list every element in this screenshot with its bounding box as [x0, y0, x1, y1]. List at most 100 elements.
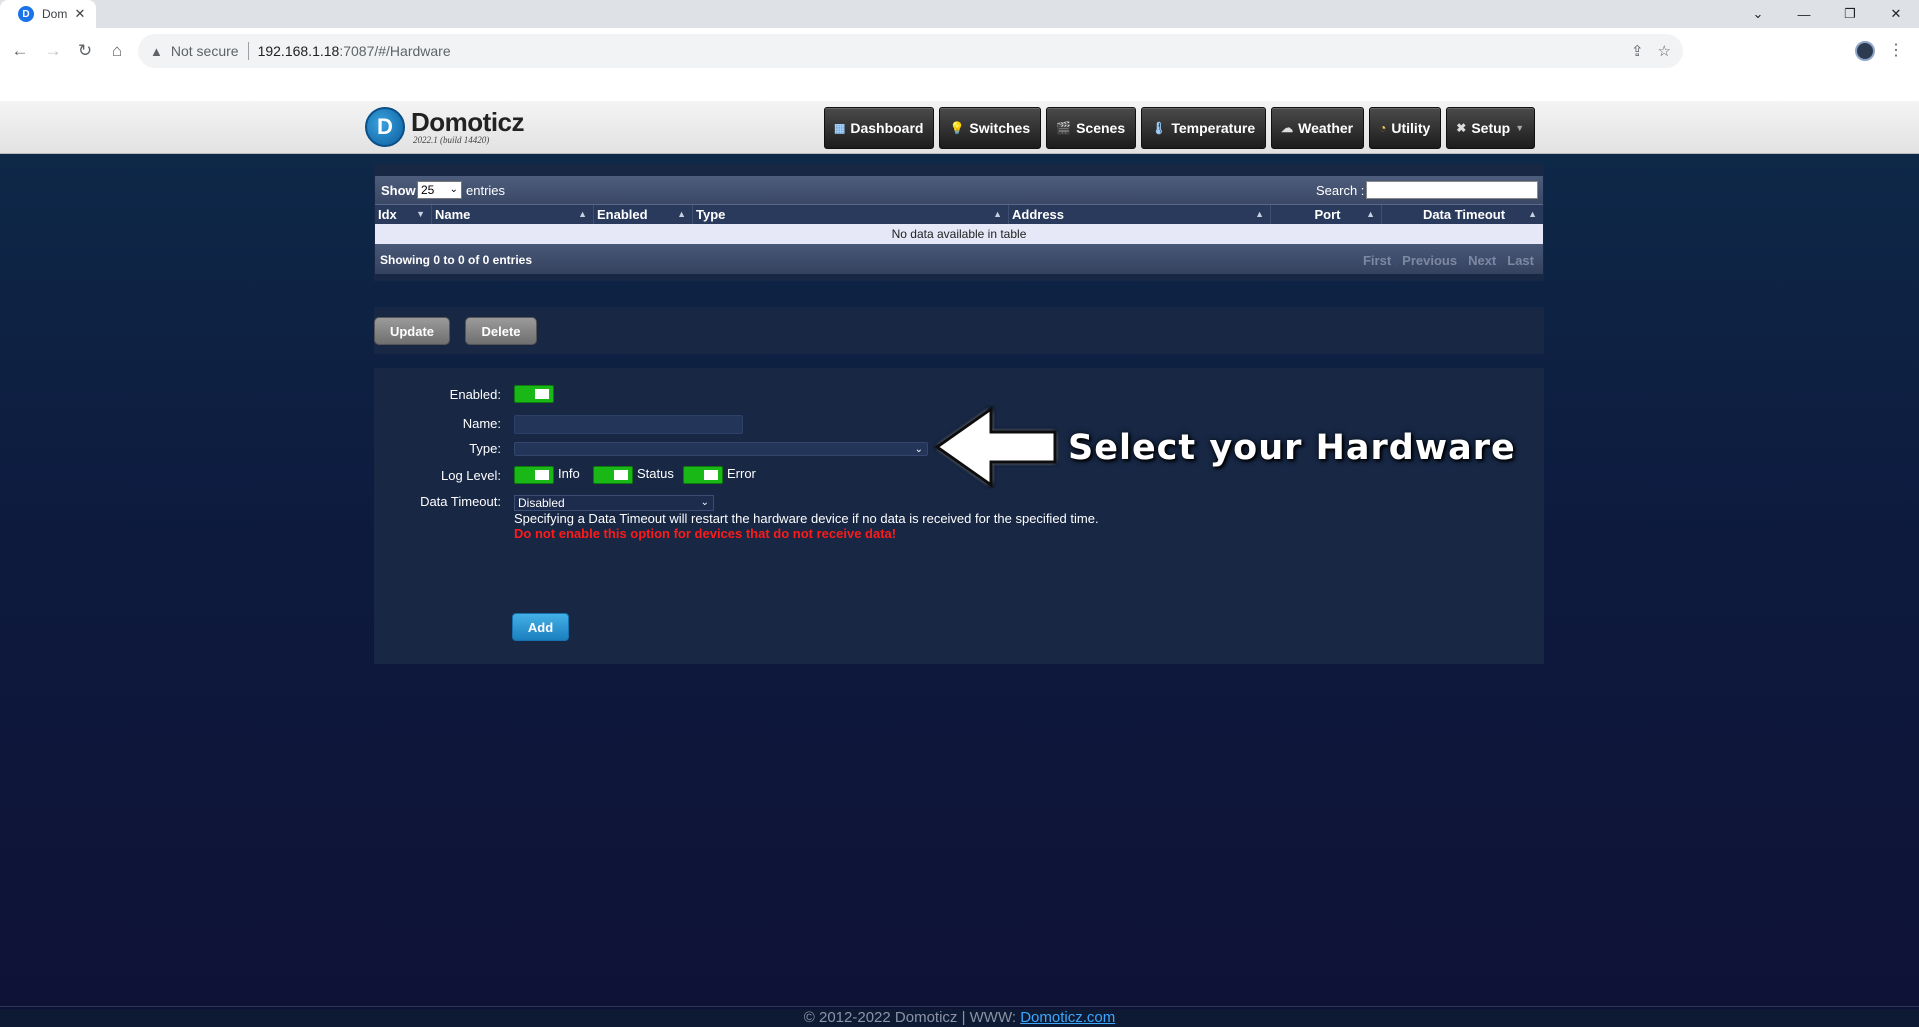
tab-search-icon[interactable]: ⌄: [1735, 0, 1781, 28]
menu-dashboard-button[interactable]: ▦ Dashboard: [824, 107, 935, 149]
sort-desc-icon: ▼: [416, 209, 425, 219]
warning-triangle-icon[interactable]: ▲: [150, 44, 163, 59]
delete-button[interactable]: Delete: [465, 317, 537, 345]
menu-label: Dashboard: [850, 120, 924, 136]
column-label: Enabled: [597, 207, 648, 222]
empty-table-message: No data available in table: [375, 224, 1543, 244]
close-window-icon[interactable]: ✕: [1873, 0, 1919, 28]
footer-link[interactable]: Domoticz.com: [1020, 1009, 1115, 1026]
column-header-type[interactable]: Type ▲: [693, 205, 1009, 225]
thermometer-icon: 🌡: [1151, 121, 1167, 135]
cloud-icon: ☁: [1281, 121, 1294, 135]
clapperboard-icon: 🎬: [1056, 121, 1072, 135]
add-button[interactable]: Add: [512, 613, 569, 641]
dashboard-icon: ▦: [834, 121, 846, 135]
log-info-toggle[interactable]: [514, 466, 554, 484]
data-timeout-select[interactable]: Disabled ⌄: [514, 495, 714, 511]
menu-temperature-button[interactable]: 🌡 Temperature: [1141, 107, 1267, 149]
column-label: Port: [1314, 207, 1341, 222]
data-timeout-value: Disabled: [518, 496, 565, 510]
sort-icon: ▲: [677, 209, 686, 219]
menu-utility-button[interactable]: ◔ Utility: [1369, 107, 1442, 149]
log-error-toggle[interactable]: [683, 466, 723, 484]
profile-avatar[interactable]: [1855, 41, 1875, 61]
menu-weather-button[interactable]: ☁ Weather: [1271, 107, 1365, 149]
url-host: 192.168.1.18: [257, 43, 340, 59]
address-bar[interactable]: ▲ Not secure 192.168.1.18:7087/#/Hardwar…: [138, 34, 1683, 68]
omnibox-separator: [247, 42, 249, 60]
menu-label: Scenes: [1076, 120, 1126, 136]
page-size-select[interactable]: 25 ⌄: [417, 181, 462, 199]
share-icon[interactable]: ⇪: [1631, 42, 1644, 60]
sort-icon: ▲: [1255, 209, 1264, 219]
browser-tab[interactable]: D Dom ✕: [0, 0, 96, 28]
bookmark-star-icon[interactable]: ☆: [1658, 42, 1671, 60]
table-header: Idx ▼ Name ▲ Enabled ▲ Type ▲ Address ▲ Port ▲…: [375, 204, 1543, 225]
column-header-enabled[interactable]: Enabled ▲: [594, 205, 693, 225]
hardware-table-panel: Show 25 ⌄ entries Search : Idx ▼ Name ▲ En…: [374, 164, 1544, 281]
callout-arrow-icon: [934, 406, 1057, 488]
main-menu: ▦ Dashboard 💡 Switches 🎬 Scenes 🌡 Temper…: [824, 107, 1536, 149]
minimize-icon[interactable]: —: [1781, 0, 1827, 28]
data-timeout-help: Specifying a Data Timeout will restart t…: [514, 511, 1099, 526]
table-footer: Showing 0 to 0 of 0 entries First Previo…: [375, 244, 1543, 274]
forward-icon[interactable]: →: [42, 40, 64, 62]
domoticz-logo[interactable]: D Domoticz 2022.1 (build 14420): [365, 107, 525, 147]
column-label: Idx: [378, 207, 397, 222]
reload-icon[interactable]: ↻: [74, 40, 96, 62]
pager-last-button[interactable]: Last: [1501, 253, 1539, 268]
log-status-toggle[interactable]: [593, 466, 633, 484]
update-button[interactable]: Update: [374, 317, 450, 345]
pagination: First Previous Next Last: [1358, 253, 1539, 268]
back-icon[interactable]: ←: [9, 40, 31, 62]
domoticz-logo-icon: D: [365, 107, 405, 147]
column-header-port[interactable]: Port ▲: [1271, 205, 1382, 225]
menu-label: Temperature: [1171, 120, 1256, 136]
close-tab-icon[interactable]: ✕: [72, 6, 88, 22]
menu-switches-button[interactable]: 💡 Switches: [939, 107, 1042, 149]
menu-label: Utility: [1391, 120, 1431, 136]
footer-copyright: © 2012-2022 Domoticz | WWW:: [803, 1009, 1021, 1026]
log-status-label: Status: [637, 466, 674, 481]
table-toolbar: Show 25 ⌄ entries Search :: [375, 176, 1543, 204]
search-label: Search :: [1316, 183, 1365, 198]
name-field[interactable]: [514, 415, 743, 434]
column-header-idx[interactable]: Idx ▼: [375, 205, 432, 225]
tools-icon: ✖: [1456, 121, 1467, 135]
enabled-label: Enabled:: [449, 387, 501, 402]
home-icon[interactable]: ⌂: [106, 40, 128, 62]
column-header-address[interactable]: Address ▲: [1009, 205, 1271, 225]
sort-icon: ▲: [1366, 209, 1375, 219]
table-info: Showing 0 to 0 of 0 entries: [380, 253, 533, 267]
toolbar-spacer: [0, 74, 1919, 101]
menu-scenes-button[interactable]: 🎬 Scenes: [1046, 107, 1137, 149]
column-label: Address: [1012, 207, 1065, 222]
type-label: Type:: [469, 441, 501, 456]
pager-next-button[interactable]: Next: [1462, 253, 1501, 268]
column-label: Type: [696, 207, 726, 222]
page-size-value: 25: [421, 183, 435, 197]
restore-icon[interactable]: ❐: [1827, 0, 1873, 28]
domoticz-header: D Domoticz 2022.1 (build 14420) ▦ Dashbo…: [0, 101, 1919, 154]
column-header-name[interactable]: Name ▲: [432, 205, 594, 225]
footer-divider: [0, 1006, 1919, 1007]
enabled-toggle[interactable]: [514, 385, 554, 403]
column-label: Data Timeout: [1422, 207, 1506, 222]
chevron-down-icon: ⌄: [914, 444, 923, 455]
browser-tabstrip: D Dom ✕ ⌄ — ❐ ✕: [0, 0, 1919, 28]
actions-panel: Update Delete: [374, 307, 1544, 354]
show-label: Show: [381, 183, 416, 198]
security-label[interactable]: Not secure: [171, 43, 239, 59]
type-select[interactable]: ⌄: [514, 442, 928, 456]
pager-previous-button[interactable]: Previous: [1396, 253, 1462, 268]
tab-title: Dom: [42, 7, 68, 21]
sort-icon: ▲: [993, 209, 1002, 219]
pager-first-button[interactable]: First: [1358, 253, 1396, 268]
column-header-data-timeout[interactable]: Data Timeout ▲: [1382, 205, 1543, 225]
search-input[interactable]: [1366, 181, 1538, 199]
browser-menu-icon[interactable]: ⋮: [1888, 40, 1904, 60]
callout-text: Select your Hardware: [1068, 428, 1516, 468]
chevron-down-icon: ⌄: [700, 497, 709, 508]
log-error-label: Error: [727, 466, 756, 481]
menu-setup-button[interactable]: ✖ Setup ▼: [1446, 107, 1536, 149]
